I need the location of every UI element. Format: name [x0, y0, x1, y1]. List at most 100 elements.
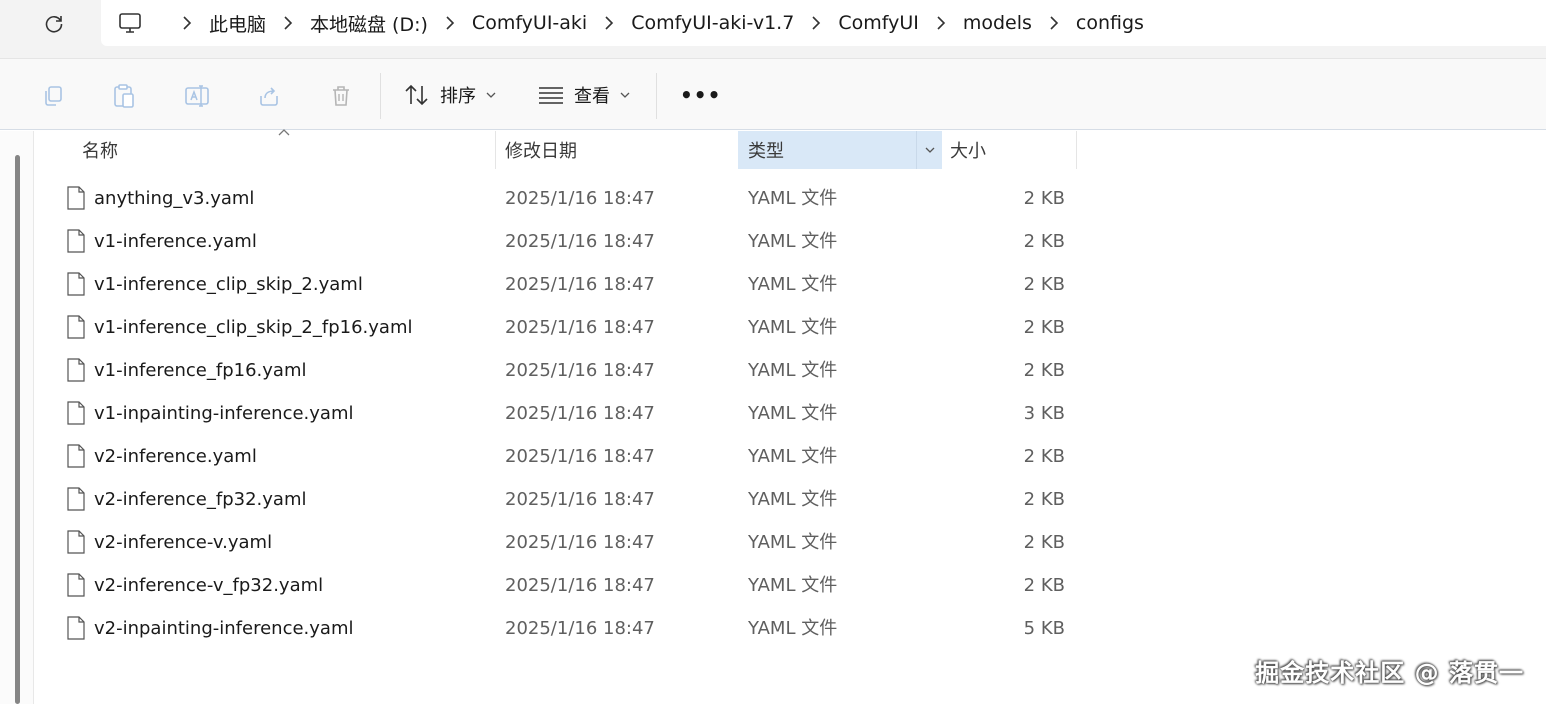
chevron-right-icon[interactable]	[1036, 16, 1072, 30]
sort-label: 排序	[440, 86, 476, 107]
column-size[interactable]: 大小	[950, 131, 986, 169]
refresh-icon	[45, 15, 63, 33]
file-row[interactable]: v2-inference-v_fp32.yaml 2025/1/16 18:47 Y…	[34, 564, 1546, 607]
file-row[interactable]: v2-inference.yaml 2025/1/16 18:47 YAML 文件 2…	[34, 435, 1546, 478]
file-row[interactable]: v1-inference_fp16.yaml 2025/1/16 18:47 YAM…	[34, 349, 1546, 392]
file-size: 2 KB	[1023, 274, 1065, 295]
column-type-dropdown[interactable]	[918, 131, 942, 169]
address-area: 此电脑 本地磁盘 (D:) ComfyUI-aki ComfyUI-aki-v1…	[0, 0, 1546, 58]
file-size: 3 KB	[1023, 403, 1065, 424]
file-date: 2025/1/16 18:47	[505, 231, 655, 252]
column-name[interactable]: 名称	[82, 131, 118, 169]
file-type: YAML 文件	[748, 317, 838, 338]
chevron-down-icon	[620, 92, 630, 98]
more-options-button[interactable]: •••	[680, 77, 721, 113]
file-date: 2025/1/16 18:47	[505, 274, 655, 295]
file-row[interactable]: v1-inference_clip_skip_2_fp16.yaml 2025/1…	[34, 306, 1546, 349]
rename-button[interactable]	[182, 81, 212, 111]
view-label: 查看	[574, 86, 610, 107]
rename-icon	[185, 85, 209, 107]
breadcrumb-bar[interactable]: 此电脑 本地磁盘 (D:) ComfyUI-aki ComfyUI-aki-v1…	[101, 0, 1546, 46]
command-bar: 排序 查看 •••	[0, 58, 1546, 130]
file-type: YAML 文件	[748, 231, 838, 252]
file-date: 2025/1/16 18:47	[505, 618, 655, 639]
breadcrumb-item[interactable]: ComfyUI-aki	[468, 12, 591, 34]
view-button[interactable]: 查看	[538, 77, 630, 113]
chevron-down-icon	[925, 147, 935, 153]
file-size: 2 KB	[1023, 231, 1065, 252]
breadcrumb-item[interactable]: ComfyUI	[834, 12, 923, 34]
column-type[interactable]: 类型	[748, 131, 784, 169]
file-size: 2 KB	[1023, 489, 1065, 510]
share-icon	[260, 87, 278, 106]
file-date: 2025/1/16 18:47	[505, 575, 655, 596]
sort-button[interactable]: 排序	[404, 77, 496, 113]
breadcrumb-item[interactable]: 本地磁盘 (D:)	[306, 10, 432, 37]
file-row[interactable]: v1-inference.yaml 2025/1/16 18:47 YAML 文件 2…	[34, 220, 1546, 263]
column-divider[interactable]	[495, 131, 496, 169]
file-icon	[67, 401, 85, 425]
column-header: 名称 修改日期 类型 大小	[34, 129, 1546, 169]
refresh-button[interactable]	[38, 8, 70, 40]
navigation-pane-edge	[0, 131, 34, 704]
file-row[interactable]: v1-inpainting-inference.yaml 2025/1/16 18…	[34, 392, 1546, 435]
file-icon	[67, 530, 85, 554]
copy-button[interactable]	[38, 81, 68, 111]
file-icon	[67, 444, 85, 468]
file-name: v1-inference.yaml	[94, 231, 257, 252]
file-type: YAML 文件	[748, 489, 838, 510]
file-icon	[67, 272, 85, 296]
file-name: anything_v3.yaml	[94, 188, 255, 209]
file-size: 2 KB	[1023, 317, 1065, 338]
file-name: v2-inference.yaml	[94, 446, 257, 467]
file-date: 2025/1/16 18:47	[505, 532, 655, 553]
delete-icon	[333, 86, 349, 106]
file-name: v1-inference_clip_skip_2_fp16.yaml	[94, 317, 413, 338]
column-date[interactable]: 修改日期	[505, 131, 577, 169]
file-icon	[67, 616, 85, 640]
delete-button[interactable]	[326, 81, 356, 111]
paste-button[interactable]	[109, 81, 139, 111]
breadcrumb-item[interactable]: ComfyUI-aki-v1.7	[627, 12, 798, 34]
breadcrumb-item[interactable]: models	[959, 12, 1036, 34]
file-icon	[67, 315, 85, 339]
file-date: 2025/1/16 18:47	[505, 317, 655, 338]
column-divider[interactable]	[1076, 131, 1077, 169]
file-row[interactable]: v2-inference_fp32.yaml 2025/1/16 18:47 YAM…	[34, 478, 1546, 521]
file-date: 2025/1/16 18:47	[505, 403, 655, 424]
file-date: 2025/1/16 18:47	[505, 446, 655, 467]
file-name: v1-inference_fp16.yaml	[94, 360, 307, 381]
file-type: YAML 文件	[748, 532, 838, 553]
share-button[interactable]	[254, 81, 284, 111]
file-name: v2-inpainting-inference.yaml	[94, 618, 354, 639]
file-list-pane: 名称 修改日期 类型 大小 anything_v3.yaml 2025/1/16 …	[0, 129, 1546, 704]
file-size: 2 KB	[1023, 446, 1065, 467]
file-name: v1-inference_clip_skip_2.yaml	[94, 274, 363, 295]
sort-icon	[405, 84, 428, 106]
chevron-right-icon[interactable]	[432, 16, 468, 30]
file-name: v2-inference-v.yaml	[94, 532, 273, 553]
breadcrumb-item[interactable]: configs	[1072, 12, 1148, 34]
list-view-icon	[539, 87, 563, 104]
more-icon: •••	[680, 83, 722, 107]
file-row[interactable]: anything_v3.yaml 2025/1/16 18:47 YAML 文件 2 …	[34, 177, 1546, 220]
file-size: 2 KB	[1023, 575, 1065, 596]
file-icon	[67, 573, 85, 597]
chevron-right-icon[interactable]	[591, 16, 627, 30]
file-type: YAML 文件	[748, 618, 838, 639]
chevron-right-icon[interactable]	[798, 16, 834, 30]
vertical-scrollbar[interactable]	[15, 155, 20, 704]
file-name: v2-inference-v_fp32.yaml	[94, 575, 324, 596]
file-type: YAML 文件	[748, 446, 838, 467]
chevron-right-icon[interactable]	[923, 16, 959, 30]
file-type: YAML 文件	[748, 274, 838, 295]
file-icon	[67, 229, 85, 253]
file-row[interactable]: v2-inference-v.yaml 2025/1/16 18:47 YAML 文…	[34, 521, 1546, 564]
chevron-right-icon[interactable]	[270, 16, 306, 30]
file-row[interactable]: v1-inference_clip_skip_2.yaml 2025/1/16 1…	[34, 263, 1546, 306]
column-divider[interactable]	[916, 131, 917, 169]
computer-icon[interactable]	[117, 10, 143, 36]
chevron-right-icon[interactable]	[169, 16, 205, 30]
breadcrumb-item[interactable]: 此电脑	[205, 10, 270, 37]
file-row[interactable]: v2-inpainting-inference.yaml 2025/1/16 18…	[34, 607, 1546, 650]
